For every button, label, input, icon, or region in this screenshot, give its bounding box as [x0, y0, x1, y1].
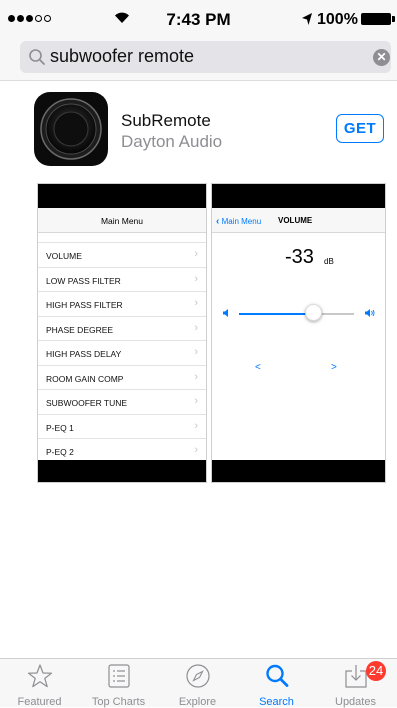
menu-list-item: SUBWOOFER TUNE › [38, 389, 206, 414]
menu-list-item: HIGH PASS FILTER › [38, 291, 206, 316]
screenshot-top-bar [212, 184, 385, 208]
app-icon[interactable] [34, 92, 108, 166]
chevron-right-icon: › [194, 370, 198, 383]
status-bar: 7:43 PM 100% [0, 0, 397, 40]
volume-title: VOLUME [278, 216, 313, 225]
tab-top-charts[interactable]: Top Charts [79, 659, 158, 708]
menu-item-label: P-EQ 1 [46, 422, 74, 433]
chevron-right-icon: › [194, 248, 198, 260]
screenshot-bottom-bar [38, 460, 206, 482]
tab-updates[interactable]: 24 Updates [316, 659, 395, 708]
location-arrow-icon [302, 13, 312, 25]
tab-explore[interactable]: Explore [158, 659, 237, 708]
app-developer[interactable]: Dayton Audio [121, 132, 222, 152]
app-name[interactable]: SubRemote [121, 111, 211, 131]
volume-slider-thumb [305, 304, 323, 321]
tab-search[interactable]: Search [237, 659, 316, 708]
tab-label: Search [259, 696, 294, 708]
compass-icon [186, 664, 210, 688]
back-chevron-icon: ‹ [216, 216, 220, 227]
screenshot-nav-bar: ‹ Main Menu VOLUME [212, 208, 385, 233]
menu-item-label: HIGH PASS DELAY [46, 349, 122, 359]
menu-list-item: LOW PASS FILTER › [38, 266, 206, 292]
previous-arrow: < [255, 362, 261, 373]
list-icon [108, 664, 130, 688]
screenshot-bottom-bar [212, 460, 385, 482]
menu-item-label: PHASE DEGREE [46, 324, 114, 335]
screenshot-nav-title: Main Menu [100, 216, 144, 226]
menu-list-item: PHASE DEGREE › [38, 315, 206, 341]
menu-item-label: VOLUME [46, 251, 82, 261]
menu-list-item: HIGH PASS DELAY › [38, 340, 206, 365]
menu-list-item: P-EQ 2 › [38, 438, 206, 463]
speaker-low-icon [223, 309, 228, 317]
tab-label: Updates [335, 696, 376, 708]
next-arrow: > [331, 362, 337, 373]
tab-label: Explore [178, 696, 217, 708]
screenshot-top-bar [38, 184, 206, 208]
back-label: Main Menu [221, 217, 262, 226]
volume-unit: dB [324, 257, 334, 266]
battery-percentage: 100% [317, 11, 358, 28]
chevron-right-icon: › [194, 444, 198, 456]
search-query: subwoofer remote [50, 46, 195, 66]
tab-featured[interactable]: Featured [0, 659, 79, 708]
tab-label: Top Charts [91, 696, 146, 708]
menu-list-item: ROOM GAIN COMP › [38, 364, 206, 390]
search-bar-container: subwoofer remote ✕ [0, 40, 397, 81]
search-icon [266, 664, 289, 687]
app-screenshot-volume[interactable]: ‹ Main Menu VOLUME -33 dB < > [211, 183, 386, 483]
back-link: ‹ Main Menu [216, 216, 261, 227]
get-button[interactable]: GET [336, 114, 384, 143]
chevron-right-icon: › [194, 346, 198, 358]
star-icon [27, 664, 53, 688]
menu-item-label: LOW PASS FILTER [46, 275, 121, 286]
chevron-right-icon: › [194, 321, 198, 334]
volume-slider-track [239, 313, 354, 315]
tab-bar: Featured Top Charts Explore Search 24 Up… [0, 658, 397, 708]
app-screenshot-main-menu[interactable]: Main Menu VOLUME › LOW PASS FILTER › HIGH PA… [37, 183, 207, 483]
menu-item-label: SUBWOOFER TUNE [46, 398, 128, 408]
search-input[interactable]: subwoofer remote ✕ [20, 41, 391, 73]
download-tray-icon [345, 665, 367, 688]
volume-slider-fill [239, 313, 314, 315]
volume-value: -33 [285, 246, 314, 268]
battery-icon [361, 13, 395, 25]
menu-list: VOLUME › LOW PASS FILTER › HIGH PASS FILTER ›… [38, 242, 206, 482]
menu-list-item: VOLUME › [38, 242, 206, 267]
menu-item-label: HIGH PASS FILTER [46, 300, 123, 310]
tab-label: Featured [17, 696, 62, 708]
menu-list-item: P-EQ 1 › [38, 413, 206, 439]
updates-badge: 24 [366, 661, 386, 681]
clear-icon[interactable]: ✕ [373, 49, 390, 66]
chevron-right-icon: › [194, 272, 198, 285]
search-icon [29, 49, 45, 65]
chevron-right-icon: › [194, 297, 198, 309]
speaker-high-icon [365, 309, 375, 317]
chevron-right-icon: › [194, 419, 198, 432]
menu-item-label: ROOM GAIN COMP [46, 373, 124, 384]
menu-item-label: P-EQ 2 [46, 447, 74, 457]
chevron-right-icon: › [194, 395, 198, 407]
screenshot-nav-bar: Main Menu [38, 208, 206, 233]
